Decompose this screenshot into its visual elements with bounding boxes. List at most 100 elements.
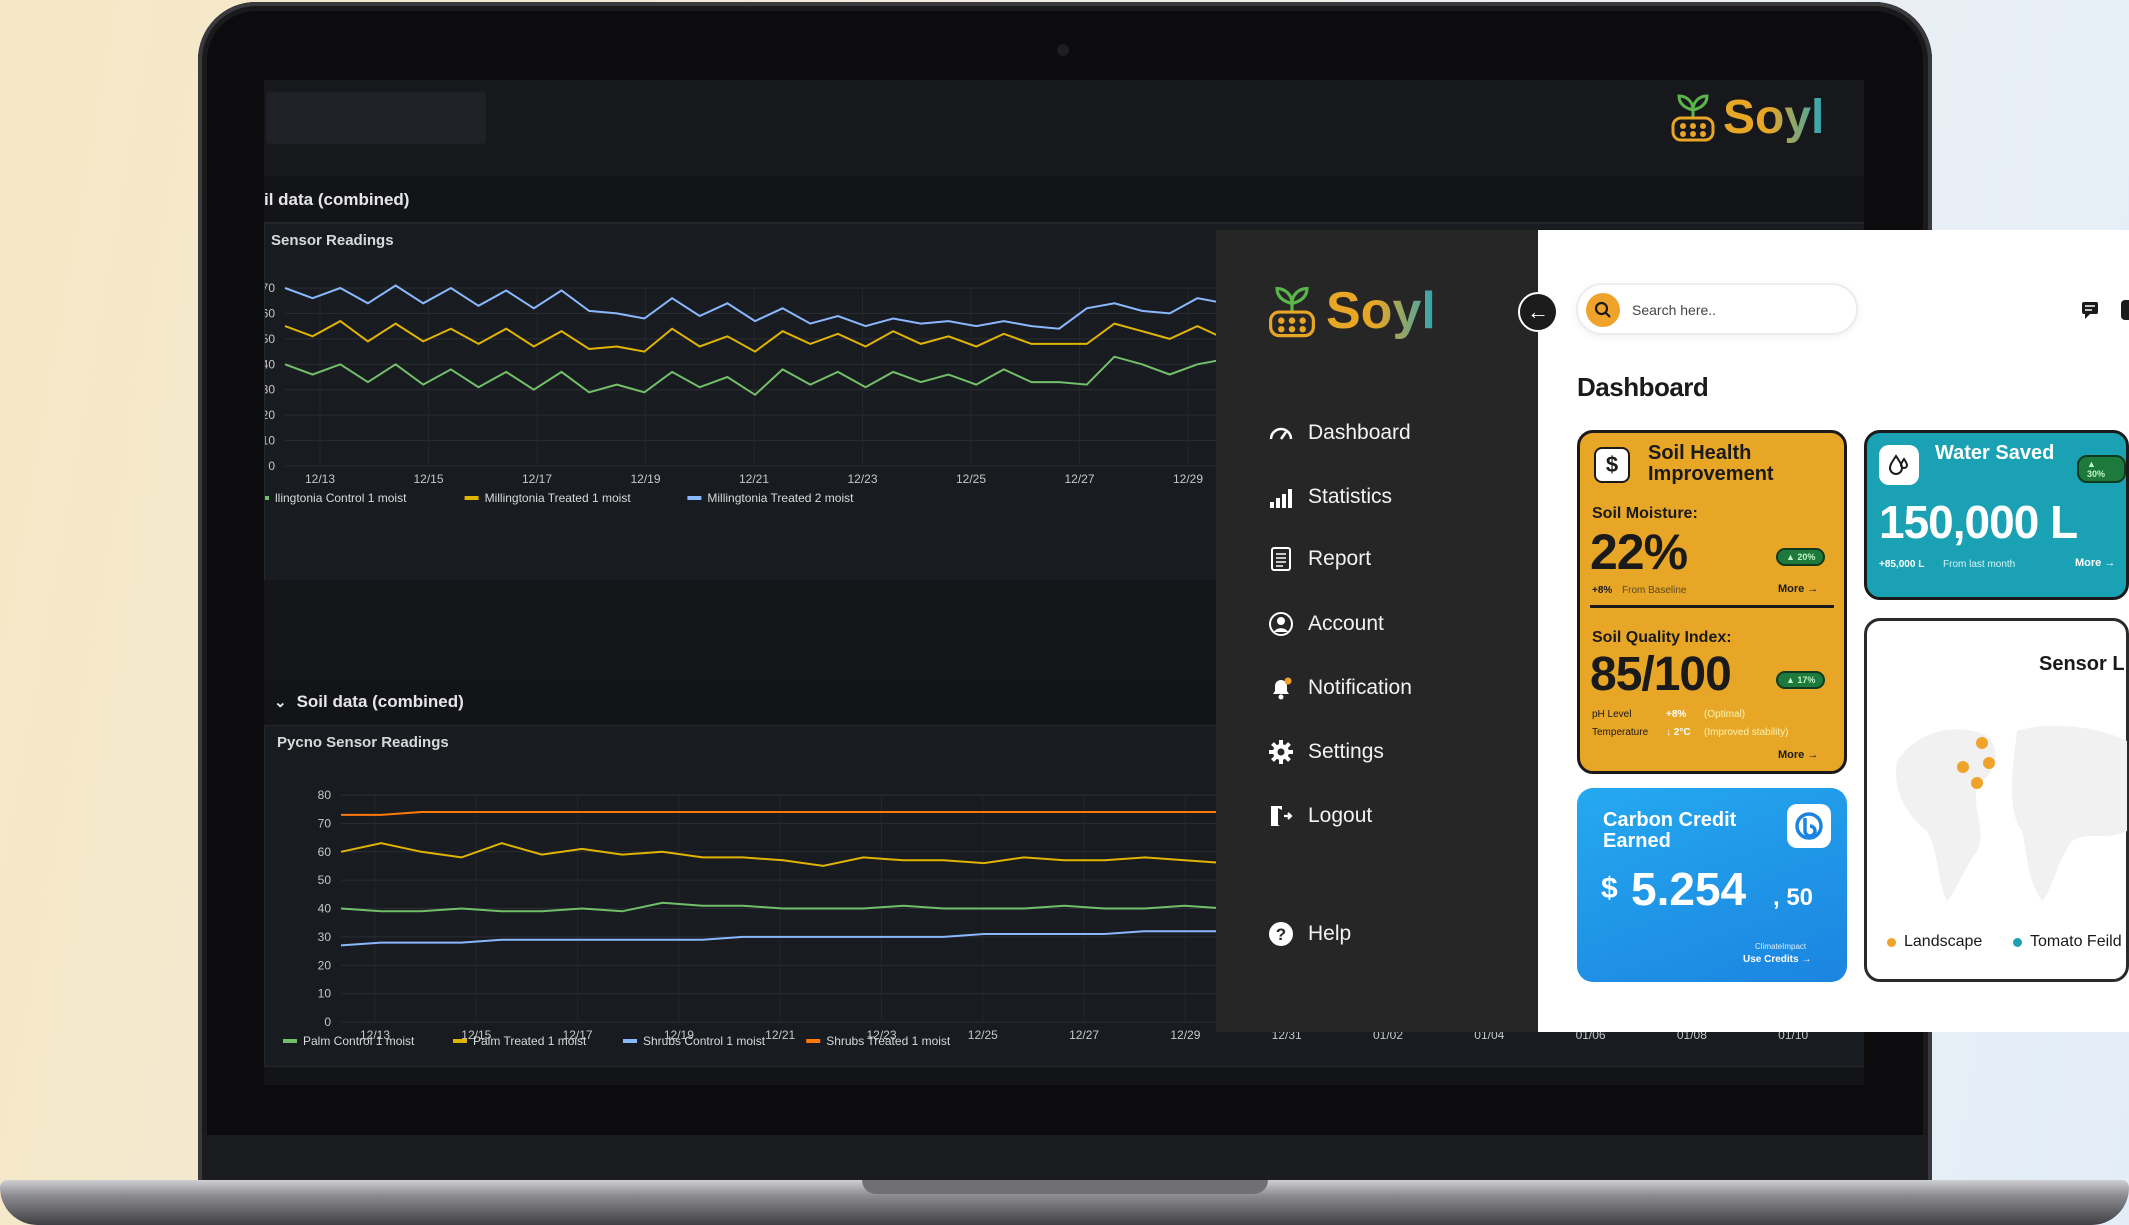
- x-tick-label: 12/25: [968, 1028, 998, 1042]
- x-tick-label: 12/23: [847, 472, 877, 486]
- x-tick-label: 12/25: [956, 472, 986, 486]
- row-header-bottom[interactable]: ⌄ Soil data (combined): [274, 692, 464, 712]
- card-title: Sensor L: [2039, 653, 2125, 675]
- legend-dot: [2013, 937, 2022, 947]
- use-credits-link[interactable]: Use Credits →: [1743, 954, 1811, 965]
- legend-label: Millingtonia Treated 2 moist: [707, 491, 854, 505]
- sidebar-item-report[interactable]: Report: [1268, 546, 1371, 572]
- water-value: 150,000 L: [1879, 496, 2078, 548]
- legend-label: llingtonia Control 1 moist: [275, 491, 407, 505]
- sidebar-item-logout[interactable]: Logout: [1268, 803, 1372, 829]
- y-tick-label: 40: [265, 357, 275, 371]
- water-badge: ▲ 30%: [2077, 455, 2126, 483]
- x-tick-label: 12/15: [413, 472, 443, 486]
- bar-signal-icon: [1270, 489, 1292, 508]
- bell-icon[interactable]: [2121, 300, 2129, 320]
- series-line: [284, 319, 1226, 353]
- sensor-locations-card[interactable]: Sensor L Landscape Tomato Feild: [1864, 618, 2129, 982]
- sensor-marker: [1976, 737, 1988, 749]
- x-tick-label: 12/21: [739, 472, 769, 486]
- sidebar-item-help[interactable]: ? Help: [1268, 921, 1351, 947]
- y-tick-label: 70: [265, 281, 275, 295]
- legend-dot: [1887, 937, 1896, 947]
- sidebar-item-label: Settings: [1308, 740, 1384, 763]
- sidebar-item-dashboard[interactable]: Dashboard: [1268, 420, 1411, 446]
- y-tick-label: 60: [265, 306, 275, 320]
- svg-text:?: ?: [1276, 925, 1286, 944]
- brand-name: Soyl: [1326, 282, 1436, 340]
- grafana-topbar: Soyl: [264, 80, 1864, 176]
- x-tick-label: 12/21: [765, 1028, 795, 1042]
- laptop-bezel-bottom: [202, 1135, 1928, 1181]
- search-input[interactable]: [1630, 295, 1844, 325]
- quality-label: Soil Quality Index:: [1592, 629, 1732, 646]
- moisture-delta-text: From Baseline: [1622, 585, 1687, 596]
- speedometer-icon: [1269, 427, 1293, 440]
- series-line: [340, 842, 1226, 867]
- panel-title: Pycno Sensor Readings: [277, 734, 449, 751]
- legend-label: Shrubs Control 1 moist: [643, 1034, 766, 1048]
- sidebar-item-statistics[interactable]: Statistics: [1268, 484, 1392, 510]
- y-tick-label: 10: [318, 987, 332, 1001]
- ph-note: (Optimal): [1704, 709, 1746, 720]
- moisture-badge: ▲ 20%: [1776, 548, 1826, 566]
- y-tick-label: 20: [265, 408, 275, 422]
- legend-label: Palm Treated 1 moist: [473, 1034, 587, 1048]
- carbon-value: 5.254: [1631, 863, 1747, 915]
- chat-icon[interactable]: [2080, 300, 2100, 325]
- gear-icon: [1269, 740, 1293, 764]
- more-link[interactable]: More →: [1778, 583, 1818, 595]
- chevron-down-icon[interactable]: ⌄: [274, 693, 287, 711]
- sidebar-item-notification[interactable]: Notification: [1268, 675, 1412, 701]
- series-line: [284, 284, 1226, 330]
- quality-badge: ▲ 17%: [1776, 671, 1826, 689]
- carbon-credit-card[interactable]: Carbon Credit Earned $ 5.254 , 50 Climat…: [1577, 788, 1847, 982]
- sidebar-item-settings[interactable]: Settings: [1268, 739, 1384, 765]
- legend-label: Shrubs Treated 1 moist: [826, 1034, 951, 1048]
- sprout-sensor-icon: [1269, 286, 1315, 338]
- provider-name: ClimateImpact: [1755, 942, 1807, 951]
- more-link[interactable]: More →: [2075, 557, 2115, 569]
- divider: [1590, 605, 1834, 608]
- x-tick-label: 12/13: [305, 472, 335, 486]
- collapse-sidebar-button[interactable]: ←: [1518, 292, 1558, 332]
- temp-note: (Improved stability): [1704, 727, 1789, 738]
- camera-icon: [1057, 44, 1069, 56]
- search-icon[interactable]: [1586, 293, 1620, 327]
- row-title-top[interactable]: il data (combined): [264, 190, 409, 210]
- sidebar-item-label: Dashboard: [1308, 421, 1411, 444]
- sidebar-item-account[interactable]: Account: [1268, 611, 1384, 637]
- sidebar-logo: Soyl: [1266, 280, 1436, 342]
- x-tick-label: 12/29: [1170, 1028, 1200, 1042]
- series-line: [341, 811, 1225, 816]
- sprout-sensor-icon: [1671, 94, 1715, 142]
- card-title: Water Saved: [1935, 442, 2055, 464]
- quality-value: 85/100: [1590, 648, 1732, 701]
- page-title: Dashboard: [1577, 372, 1709, 402]
- world-map[interactable]: [1877, 691, 2127, 921]
- water-delta-text: From last month: [1943, 559, 2016, 570]
- water-saved-card[interactable]: Water Saved ▲ 30% 150,000 L +85,000 L Fr…: [1864, 430, 2129, 600]
- x-tick-label: 12/27: [1064, 472, 1094, 486]
- moisture-label: Soil Moisture:: [1592, 505, 1698, 522]
- series-line: [284, 355, 1226, 397]
- sensor-marker: [1957, 761, 1969, 773]
- x-tick-label: 12/27: [1069, 1028, 1099, 1042]
- more-link[interactable]: More →: [1778, 749, 1818, 761]
- topbar-logo: Soyl: [1669, 88, 1824, 146]
- laptop-notch: [862, 1180, 1268, 1194]
- card-title: Carbon Credit Earned: [1603, 809, 1737, 852]
- search-bar[interactable]: [1576, 283, 1858, 335]
- sidebar-item-label: Statistics: [1308, 485, 1393, 508]
- help-icon: ?: [1269, 922, 1293, 946]
- sidebar: Soyl Dashboard Statistics Report Account…: [1216, 230, 1538, 1032]
- series-line: [340, 901, 1226, 913]
- blurred-breadcrumb: [266, 92, 486, 144]
- panel-title: Sensor Readings: [271, 232, 394, 249]
- legend-label: Palm Control 1 moist: [303, 1034, 415, 1048]
- water-delta: +85,000 L: [1879, 559, 1925, 570]
- water-drop-icon: [1879, 445, 1919, 485]
- y-tick-label: 50: [265, 332, 275, 346]
- sidebar-item-label: Help: [1308, 922, 1352, 945]
- soil-health-card[interactable]: $ Soil Health Improvement Soil Moisture:…: [1577, 430, 1847, 774]
